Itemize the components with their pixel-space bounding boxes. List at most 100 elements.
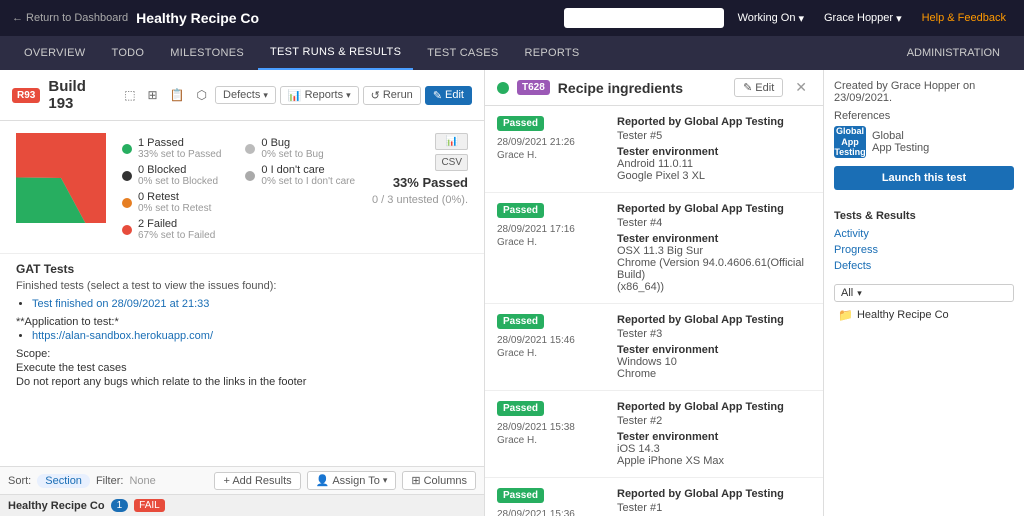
edit-button[interactable]: ✎ Edit xyxy=(425,86,472,105)
nav-todo[interactable]: TODO xyxy=(100,36,157,70)
assign-to-button[interactable]: 👤 Assign To ▾ xyxy=(307,471,397,490)
result-env-label-0: Tester environment xyxy=(617,146,811,158)
csv-btn-2[interactable]: CSV xyxy=(435,154,468,171)
right-panel: Created by Grace Hopper on 23/09/2021. R… xyxy=(824,70,1024,516)
test-results-list: Passed 28/09/2021 21:26 Grace H. Reporte… xyxy=(485,106,823,516)
untested-text: 0 / 3 untested (0%). xyxy=(372,194,468,206)
result-date-1: 28/09/2021 17:16 xyxy=(497,224,607,235)
result-by-3: Grace H. xyxy=(497,435,607,446)
legend-bug: 0 Bug0% set to Bug xyxy=(245,137,355,160)
result-status-4: Passed xyxy=(497,488,544,503)
footer-count: 1 xyxy=(111,499,129,512)
result-env-label-1: Tester environment xyxy=(617,233,811,245)
legend: 1 Passed33% set to Passed 0 Blocked0% se… xyxy=(122,133,221,241)
tests-results-nav: Tests & Results Activity Progress Defect… xyxy=(834,210,1014,274)
help-button[interactable]: Help & Feedback xyxy=(916,10,1012,26)
legend-right: 0 Bug0% set to Bug 0 I don't care0% set … xyxy=(245,133,355,241)
result-status-3: Passed xyxy=(497,401,544,416)
pass-dot xyxy=(497,82,509,94)
close-button[interactable]: ✕ xyxy=(791,79,811,96)
result-by-0: Grace H. xyxy=(497,150,607,161)
nav-defects[interactable]: Defects xyxy=(834,258,1014,274)
result-tester-0: Tester #5 xyxy=(617,130,811,142)
icon-4[interactable]: ⬡ xyxy=(193,86,211,104)
filter-value[interactable]: None xyxy=(129,475,155,487)
icon-2[interactable]: ⊞ xyxy=(144,86,162,104)
nav-bar: OVERVIEW TODO MILESTONES TEST RUNS & RES… xyxy=(0,36,1024,70)
gat-scope-2: Do not report any bugs which relate to t… xyxy=(16,376,468,388)
working-on-button[interactable]: Working On ▾ xyxy=(732,10,810,27)
search-input[interactable] xyxy=(564,8,724,28)
gat-app-label: **Application to test:* xyxy=(16,316,468,328)
references-label: References xyxy=(834,110,1014,122)
gat-scope-1: Execute the test cases xyxy=(16,362,468,374)
gat-section: GAT Tests Finished tests (select a test … xyxy=(0,254,484,466)
gat-title: GAT Tests xyxy=(16,262,468,276)
csv-btn-1[interactable]: 📊 xyxy=(435,133,468,150)
sort-value[interactable]: Section xyxy=(37,474,90,488)
result-reporter-4: Reported by Global App Testing xyxy=(617,488,811,500)
add-results-button[interactable]: + Add Results xyxy=(214,472,300,490)
gat-test-link[interactable]: Test finished on 28/09/2021 at 21:33 xyxy=(32,298,209,310)
result-env-label-2: Tester environment xyxy=(617,344,811,356)
rerun-button[interactable]: ↺ Rerun xyxy=(363,86,421,105)
result-tester-1: Tester #4 xyxy=(617,217,811,229)
case-edit-button[interactable]: ✎ Edit xyxy=(734,78,783,97)
build-header: R93 Build 193 ⬚ ⊞ 📋 ⬡ Defects ▾ 📊 Report… xyxy=(0,70,484,121)
folder-name: Healthy Recipe Co xyxy=(857,309,949,321)
nav-reports[interactable]: REPORTS xyxy=(512,36,591,70)
nav-test-cases[interactable]: TEST CASES xyxy=(415,36,510,70)
created-info: Created by Grace Hopper on 23/09/2021. R… xyxy=(834,80,1014,200)
filter-all-label: All xyxy=(841,287,853,299)
test-result-item: Passed 28/09/2021 15:38 Grace H. Reporte… xyxy=(485,391,823,478)
reports-button[interactable]: 📊 Reports ▾ xyxy=(280,86,359,105)
nav-overview[interactable]: OVERVIEW xyxy=(12,36,98,70)
chart-area: 1 Passed33% set to Passed 0 Blocked0% se… xyxy=(0,121,484,254)
footer-row: Healthy Recipe Co 1 FAIL xyxy=(0,494,484,516)
legend-dontcare: 0 I don't care0% set to I don't care xyxy=(245,164,355,187)
filter-label: Filter: xyxy=(96,475,124,487)
gat-app-url[interactable]: https://alan-sandbox.herokuapp.com/ xyxy=(32,330,213,342)
ref-company-name: GlobalApp Testing xyxy=(872,130,929,154)
result-status-1: Passed xyxy=(497,203,544,218)
result-tester-4: Tester #1 xyxy=(617,502,811,514)
folder-icon: 📁 xyxy=(838,308,853,322)
passed-text: 33% Passed xyxy=(393,175,468,190)
nav-activity[interactable]: Activity xyxy=(834,226,1014,242)
launch-test-button[interactable]: Launch this test xyxy=(834,166,1014,190)
result-tester-2: Tester #3 xyxy=(617,328,811,340)
nav-test-runs[interactable]: TEST RUNS & RESULTS xyxy=(258,36,413,70)
legend-failed: 2 Failed67% set to Failed xyxy=(122,218,221,241)
app-title: Healthy Recipe Co xyxy=(136,10,259,26)
footer-company: Healthy Recipe Co xyxy=(8,500,105,512)
back-link[interactable]: ← Return to Dashboard xyxy=(12,12,128,24)
legend-passed: 1 Passed33% set to Passed xyxy=(122,137,221,160)
case-title: Recipe ingredients xyxy=(558,80,726,96)
test-result-item: Passed 28/09/2021 21:26 Grace H. Reporte… xyxy=(485,106,823,193)
left-panel: R93 Build 193 ⬚ ⊞ 📋 ⬡ Defects ▾ 📊 Report… xyxy=(0,70,485,516)
chart-right: 📊 CSV 33% Passed 0 / 3 untested (0%). xyxy=(372,133,468,241)
result-date-0: 28/09/2021 21:26 xyxy=(497,137,607,148)
result-reporter-0: Reported by Global App Testing xyxy=(617,116,811,128)
legend-blocked: 0 Blocked0% set to Blocked xyxy=(122,164,221,187)
columns-button[interactable]: ⊞ Columns xyxy=(402,471,476,490)
icon-1[interactable]: ⬚ xyxy=(120,86,139,104)
user-menu-button[interactable]: Grace Hopper ▾ xyxy=(818,10,908,27)
result-by-1: Grace H. xyxy=(497,237,607,248)
nav-progress[interactable]: Progress xyxy=(834,242,1014,258)
top-bar: ← Return to Dashboard Healthy Recipe Co … xyxy=(0,0,1024,36)
bottom-bar: Sort: Section Filter: None + Add Results… xyxy=(0,466,484,494)
admin-button[interactable]: ADMINISTRATION xyxy=(895,47,1012,59)
defects-button[interactable]: Defects ▾ xyxy=(215,86,276,104)
result-by-2: Grace H. xyxy=(497,348,607,359)
all-filter-dropdown[interactable]: All ▾ xyxy=(834,284,1014,302)
legend-retest: 0 Retest0% set to Retest xyxy=(122,191,221,214)
footer-status: FAIL xyxy=(134,499,165,512)
test-result-item: Passed 28/09/2021 17:16 Grace H. Reporte… xyxy=(485,193,823,304)
case-header: T628 Recipe ingredients ✎ Edit ✕ xyxy=(485,70,823,106)
result-env-label-3: Tester environment xyxy=(617,431,811,443)
nav-milestones[interactable]: MILESTONES xyxy=(158,36,256,70)
icon-3[interactable]: 📋 xyxy=(166,86,189,104)
test-result-item: Passed 28/09/2021 15:46 Grace H. Reporte… xyxy=(485,304,823,391)
top-bar-left: ← Return to Dashboard xyxy=(12,12,128,24)
